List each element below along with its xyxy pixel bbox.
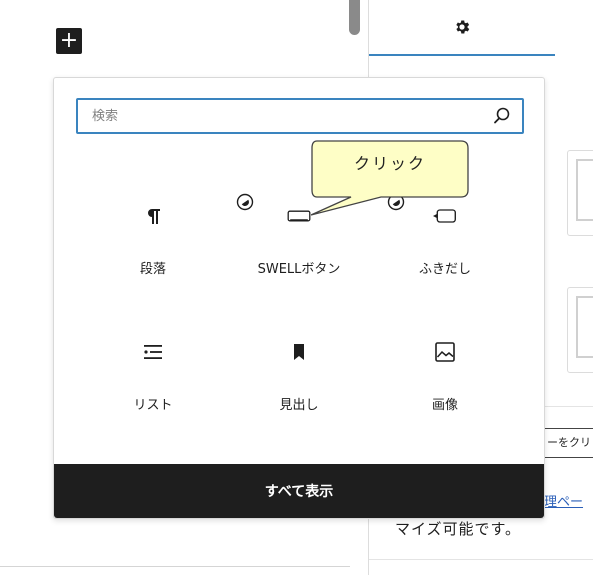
block-paragraph[interactable]: 段落 <box>80 190 226 296</box>
add-block-button[interactable]: + <box>56 28 82 54</box>
sidebar-link-fragment[interactable]: 理ペー <box>544 491 583 510</box>
block-label: 段落 <box>139 262 166 277</box>
sidebar-text-fragment: マイズ可能です。 <box>395 520 522 538</box>
block-inserter-popover: 段落 SWELLボタン ふきだし リスト <box>53 77 545 519</box>
image-icon <box>433 340 457 364</box>
thumbnail-card[interactable] <box>567 287 593 373</box>
block-image[interactable]: 画像 <box>372 326 518 432</box>
block-label: リスト <box>133 398 173 413</box>
search-box <box>76 98 524 134</box>
sidebar-button-fragment[interactable]: ーをクリ <box>544 428 593 458</box>
block-label: 画像 <box>431 398 458 413</box>
list-icon <box>141 340 165 364</box>
block-label: SWELLボタン <box>257 262 341 277</box>
button-icon <box>287 204 311 228</box>
click-callout: クリック <box>311 140 469 220</box>
search-input[interactable] <box>78 100 478 132</box>
sidebar-divider-line <box>369 559 593 560</box>
editor-divider <box>0 566 350 567</box>
scrollbar-thumb[interactable] <box>349 0 360 35</box>
block-label: ふきだし <box>418 262 471 277</box>
heading-bookmark-icon <box>287 340 311 364</box>
radio-selected-icon <box>236 193 254 211</box>
block-label: 見出し <box>279 398 319 413</box>
block-list[interactable]: リスト <box>80 326 226 432</box>
block-heading[interactable]: 見出し <box>226 326 372 432</box>
paragraph-icon <box>141 204 165 228</box>
thumbnail-card[interactable] <box>567 150 593 236</box>
tab-settings[interactable] <box>369 0 555 56</box>
search-icon[interactable] <box>492 106 512 126</box>
gear-icon <box>453 18 471 36</box>
callout-text: クリック <box>353 154 426 173</box>
browse-all-button[interactable]: すべて表示 <box>54 464 544 518</box>
